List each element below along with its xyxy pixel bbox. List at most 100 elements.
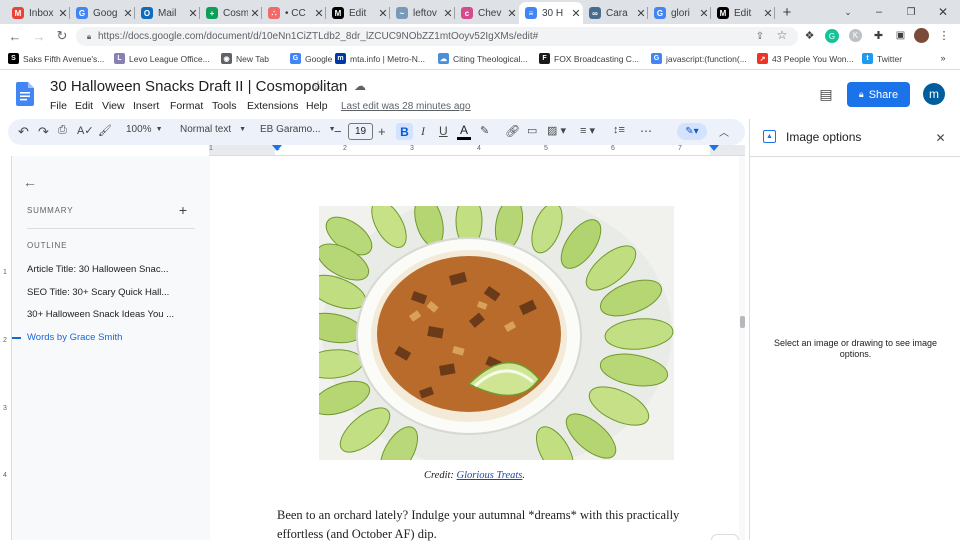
bookmark-item[interactable]: ↗ 43 People You Won... bbox=[757, 53, 854, 64]
k-extension-icon[interactable]: K bbox=[849, 29, 862, 42]
highlight-icon[interactable]: ✎ bbox=[480, 124, 489, 137]
close-tab-icon[interactable]: ✕ bbox=[121, 7, 135, 20]
zoom-select[interactable]: 100% ▼ bbox=[126, 124, 163, 135]
docs-logo-icon[interactable] bbox=[16, 82, 34, 106]
collapse-menus-icon[interactable]: ︿ bbox=[719, 124, 729, 139]
document-title[interactable]: 30 Halloween Snacks Draft II | Cosmopoli… bbox=[50, 78, 347, 95]
forward-icon[interactable]: → bbox=[32, 29, 46, 44]
close-window-icon[interactable]: ✕ bbox=[936, 5, 950, 19]
close-tab-icon[interactable]: ✕ bbox=[248, 7, 262, 20]
paint-format-icon[interactable]: 🖌︎ bbox=[98, 124, 112, 137]
close-panel-icon[interactable]: ✕ bbox=[934, 131, 947, 145]
font-select[interactable]: EB Garamo... ▼ bbox=[260, 124, 336, 135]
browser-tab[interactable]: M Edit ✕ bbox=[711, 2, 775, 24]
menu-tools[interactable]: Tools bbox=[212, 100, 237, 112]
print-icon[interactable]: ⎙ bbox=[58, 124, 67, 137]
cloud-saved-icon[interactable]: ☁ bbox=[353, 79, 367, 93]
chrome-menu-icon[interactable]: ⋮ bbox=[939, 29, 950, 42]
body-paragraph[interactable]: Been to an orchard lately? Indulge your … bbox=[277, 506, 687, 544]
close-outline-arrow-icon[interactable]: ← bbox=[23, 174, 37, 190]
minimize-icon[interactable]: – bbox=[872, 5, 886, 19]
italic-button[interactable]: I bbox=[421, 124, 425, 139]
close-tab-icon[interactable]: ✕ bbox=[376, 7, 390, 20]
close-tab-icon[interactable]: ✕ bbox=[312, 7, 326, 20]
menu-file[interactable]: File bbox=[50, 100, 67, 112]
puzzle-extensions-icon[interactable]: ✚ bbox=[872, 29, 885, 42]
browser-tab[interactable]: ∴ • CC ✕ bbox=[262, 2, 326, 24]
browser-tab[interactable]: O Mail ✕ bbox=[135, 2, 200, 24]
menu-view[interactable]: View bbox=[102, 100, 125, 112]
share-page-icon[interactable]: ⇪ bbox=[754, 30, 766, 42]
text-color-icon[interactable]: A bbox=[457, 123, 471, 140]
underline-button[interactable]: U bbox=[439, 124, 448, 138]
add-summary-button[interactable]: + bbox=[176, 202, 190, 218]
document-page[interactable]: Credit: Glorious Treats. Been to an orch… bbox=[210, 156, 739, 541]
apple-caramel-dip-image[interactable] bbox=[319, 206, 674, 460]
align-icon[interactable]: ≡ ▾ bbox=[580, 124, 595, 137]
menu-insert[interactable]: Insert bbox=[133, 100, 159, 112]
bookmark-star-icon[interactable]: ☆ bbox=[776, 28, 788, 42]
close-tab-icon[interactable]: ✕ bbox=[505, 7, 519, 20]
close-tab-icon[interactable]: ✕ bbox=[634, 7, 648, 20]
back-icon[interactable]: ← bbox=[8, 29, 22, 44]
browser-tab[interactable]: ~ leftov ✕ bbox=[390, 2, 455, 24]
spellcheck-icon[interactable]: A✓ bbox=[77, 124, 94, 137]
font-size-input[interactable]: 19 bbox=[348, 123, 373, 140]
browser-tab[interactable]: M Edit ✕ bbox=[326, 2, 390, 24]
account-avatar[interactable]: m bbox=[923, 83, 945, 105]
left-indent-marker[interactable] bbox=[272, 145, 282, 151]
new-tab-button[interactable]: + bbox=[778, 4, 796, 21]
vertical-ruler[interactable] bbox=[0, 156, 12, 540]
style-select[interactable]: Normal text ▼ bbox=[180, 124, 246, 135]
bookmark-item[interactable]: ◉ New Tab bbox=[221, 53, 269, 64]
menu-extensions[interactable]: Extensions bbox=[247, 100, 298, 112]
close-tab-icon[interactable]: ✕ bbox=[569, 7, 583, 20]
close-tab-icon[interactable]: ✕ bbox=[441, 7, 455, 20]
insert-image-icon[interactable]: ▨ ▾ bbox=[547, 124, 566, 137]
editing-mode-button[interactable]: ✎▾ bbox=[677, 123, 707, 140]
close-tab-icon[interactable]: ✕ bbox=[56, 7, 70, 20]
bookmark-item[interactable]: Gjavascript:(function(... bbox=[651, 53, 747, 64]
profile-avatar[interactable] bbox=[914, 28, 929, 43]
browser-tab[interactable]: M Inbox ✕ bbox=[6, 2, 70, 24]
move-to-folder-icon[interactable]: ⌂ bbox=[332, 80, 346, 94]
grammarly-extension-icon[interactable]: G bbox=[825, 29, 839, 43]
close-tab-icon[interactable]: ✕ bbox=[761, 7, 775, 20]
extension-icon[interactable]: ❖ bbox=[803, 29, 816, 42]
comments-icon[interactable]: ▤ bbox=[818, 86, 834, 102]
bookmark-item[interactable]: m mta.info | Metro-N... bbox=[335, 53, 425, 64]
menu-format[interactable]: Format bbox=[170, 100, 203, 112]
outline-item[interactable]: Article Title: 30 Halloween Snac... bbox=[27, 264, 169, 275]
outline-item[interactable]: SEO Title: 30+ Scary Quick Hall... bbox=[27, 287, 169, 298]
browser-tab[interactable]: + Cosm ✕ bbox=[200, 2, 262, 24]
star-icon[interactable]: ☆ bbox=[311, 78, 325, 93]
insert-link-icon[interactable]: 🔗︎ bbox=[505, 124, 520, 138]
redo-icon[interactable]: ↷ bbox=[38, 124, 49, 140]
browser-tab[interactable]: c Chev ✕ bbox=[455, 2, 519, 24]
browser-tab[interactable]: ≡ 30 H ✕ bbox=[519, 2, 583, 24]
browser-tab[interactable]: Gglori ✕ bbox=[648, 2, 711, 24]
share-button[interactable]: 🔒︎ Share bbox=[847, 82, 910, 107]
explore-button[interactable] bbox=[711, 534, 739, 540]
add-comment-icon[interactable]: ▭ bbox=[527, 124, 537, 137]
side-panel-icon[interactable]: ▣ bbox=[894, 29, 907, 42]
outline-item[interactable]: Words by Grace Smith bbox=[27, 332, 122, 343]
outline-item[interactable]: 30+ Halloween Snack Ideas You ... bbox=[27, 309, 174, 320]
decrease-font-size-button[interactable]: − bbox=[334, 124, 342, 139]
last-edit-link[interactable]: Last edit was 28 minutes ago bbox=[341, 101, 471, 112]
bookmark-item[interactable]: S Saks Fifth Avenue's... bbox=[8, 53, 104, 64]
bold-button[interactable]: B bbox=[396, 123, 413, 140]
right-indent-marker[interactable] bbox=[709, 145, 719, 151]
address-bar[interactable]: 🔒︎ https://docs.google.com/document/d/10… bbox=[76, 27, 798, 46]
undo-icon[interactable]: ↶ bbox=[18, 124, 29, 140]
menu-help[interactable]: Help bbox=[306, 100, 328, 112]
menu-edit[interactable]: Edit bbox=[75, 100, 93, 112]
bookmark-item[interactable]: G Google bbox=[290, 53, 332, 64]
credit-link[interactable]: Glorious Treats bbox=[457, 470, 523, 481]
restore-icon[interactable]: ❐ bbox=[904, 5, 918, 19]
bookmark-item[interactable]: ☁ Citing Theological... bbox=[438, 53, 528, 64]
browser-tab[interactable]: G Goog ✕ bbox=[70, 2, 135, 24]
close-tab-icon[interactable]: ✕ bbox=[697, 7, 711, 20]
bookmark-item[interactable]: F FOX Broadcasting C... bbox=[539, 53, 639, 64]
line-spacing-icon[interactable]: ↕≡ bbox=[613, 124, 625, 136]
